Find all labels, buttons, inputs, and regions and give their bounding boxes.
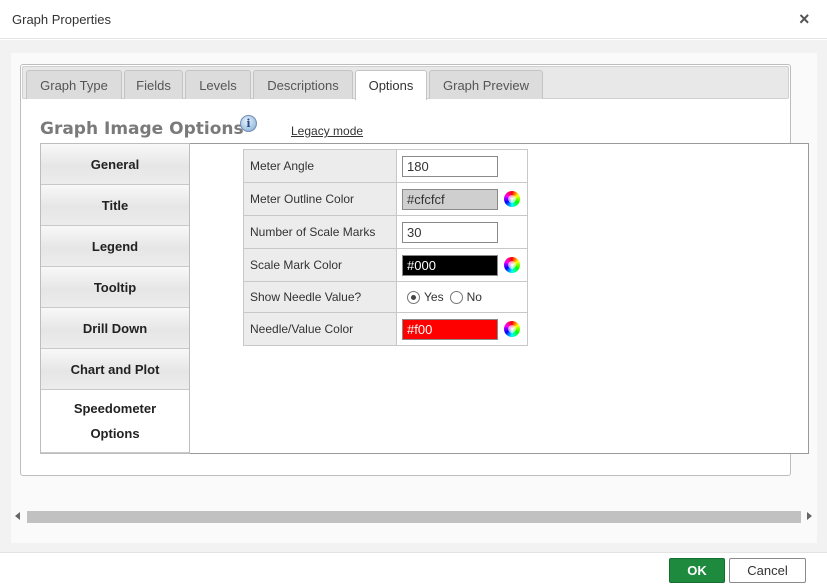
vtab-speedometer-line2: Options (90, 426, 140, 441)
needle-value-yes-label: Yes (424, 290, 444, 304)
scroll-right-icon[interactable] (807, 512, 812, 520)
dialog-title: Graph Properties (12, 12, 111, 27)
needle-value-no-radio[interactable] (449, 290, 463, 304)
tab-levels[interactable]: Levels (185, 70, 251, 99)
scale-mark-color-label: Scale Mark Color (243, 248, 397, 282)
needle-value-yes-radio[interactable] (407, 290, 420, 304)
horizontal-scrollbar[interactable] (11, 508, 817, 526)
dialog-header: Graph Properties × (0, 0, 827, 39)
table-row: Scale Mark Color (243, 248, 528, 282)
table-row: Number of Scale Marks (243, 215, 528, 249)
scale-mark-color-input[interactable] (402, 254, 498, 276)
color-picker-icon[interactable] (504, 191, 520, 207)
meter-angle-input[interactable] (402, 155, 498, 177)
needle-value-color-input[interactable] (402, 318, 498, 340)
tab-graph-preview[interactable]: Graph Preview (429, 70, 543, 99)
show-needle-value-label: Show Needle Value? (243, 281, 397, 313)
close-icon[interactable]: × (799, 9, 810, 29)
vtab-speedometer-line1: Speedometer (73, 401, 157, 416)
table-row: Meter Outline Color (243, 182, 528, 216)
section-title: Graph Image Options (40, 119, 244, 139)
options-vertical-nav: General Title Legend Tooltip Drill Down … (40, 143, 190, 454)
scroll-left-icon[interactable] (15, 512, 20, 520)
vtab-general[interactable]: General (41, 144, 189, 185)
vtab-legend[interactable]: Legend (41, 226, 189, 267)
vtab-title[interactable]: Title (41, 185, 189, 226)
table-row: Needle/Value Color (243, 312, 528, 346)
color-picker-icon[interactable] (504, 321, 520, 337)
vtab-drill-down[interactable]: Drill Down (41, 308, 189, 349)
vtab-chart-and-plot[interactable]: Chart and Plot (41, 349, 189, 390)
table-row: Show Needle Value? Yes No (243, 281, 528, 313)
legacy-mode-link[interactable]: Legacy mode (291, 124, 363, 138)
cancel-button[interactable]: Cancel (729, 558, 806, 583)
meter-angle-label: Meter Angle (243, 149, 397, 183)
table-row: Meter Angle (243, 149, 528, 183)
scrollbar-thumb[interactable] (27, 511, 801, 523)
tab-options[interactable]: Options (355, 70, 427, 100)
tab-fields[interactable]: Fields (124, 70, 183, 99)
vtab-tooltip[interactable]: Tooltip (41, 267, 189, 308)
needle-value-color-label: Needle/Value Color (243, 312, 397, 346)
needle-value-no-label: No (466, 290, 482, 304)
meter-outline-color-input[interactable] (402, 188, 498, 210)
tab-descriptions[interactable]: Descriptions (253, 70, 353, 99)
tab-graph-type[interactable]: Graph Type (26, 70, 122, 99)
info-icon[interactable]: i (240, 115, 257, 132)
scale-marks-label: Number of Scale Marks (243, 215, 397, 249)
color-picker-icon[interactable] (504, 257, 520, 273)
vtab-speedometer-options[interactable]: Speedometer Options (41, 390, 189, 453)
ok-button[interactable]: OK (669, 558, 725, 583)
scale-marks-input[interactable] (402, 221, 498, 243)
speedometer-properties-table: Meter Angle Meter Outline Color Number o… (243, 149, 528, 346)
meter-outline-color-label: Meter Outline Color (243, 182, 397, 216)
